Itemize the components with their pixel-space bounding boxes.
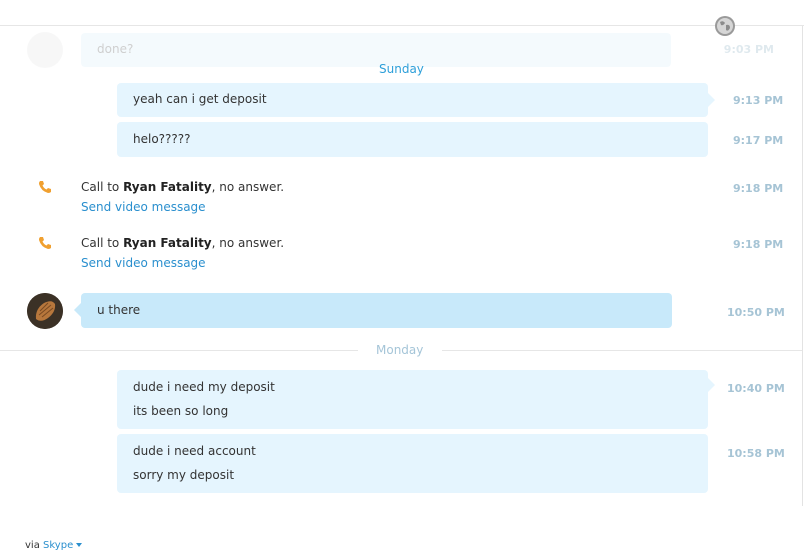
phone-icon: [39, 181, 51, 193]
day-divider: [442, 350, 802, 351]
message-bubble: dude i need my deposit its been so long: [117, 370, 708, 429]
message-text: done?: [97, 42, 134, 56]
message-time: 10:50 PM: [727, 306, 785, 319]
avatar: [27, 32, 63, 68]
message-bubble: u there: [81, 293, 672, 328]
message-text: yeah can i get deposit: [133, 92, 267, 106]
call-status: Call to Ryan Fatality, no answer.: [81, 180, 285, 194]
bubble-tail: [74, 303, 81, 317]
message-bubble: helo?????: [117, 122, 708, 157]
message-text: sorry my deposit: [133, 468, 235, 482]
contact-name: Ryan Fatality: [123, 236, 212, 250]
panel-border: [802, 26, 803, 506]
message-text: dude i need my deposit: [133, 380, 275, 394]
header-divider: [0, 25, 804, 26]
message-time: 10:58 PM: [727, 447, 785, 460]
skype-link[interactable]: Skype: [43, 540, 73, 551]
globe-icon[interactable]: [714, 15, 736, 37]
bubble-tail: [708, 93, 715, 107]
day-label-sunday: Sunday: [379, 62, 424, 76]
day-divider: [0, 350, 358, 351]
footer: via Skype: [25, 540, 83, 551]
message-time: 9:03 PM: [723, 43, 774, 56]
message-bubble: [81, 33, 671, 67]
chevron-down-icon[interactable]: [76, 543, 83, 547]
call-status: Call to Ryan Fatality, no answer.: [81, 236, 285, 250]
bubble-tail: [708, 378, 715, 392]
message-bubble: yeah can i get deposit: [117, 83, 708, 117]
call-time: 9:18 PM: [733, 238, 784, 251]
message-time: 10:40 PM: [727, 382, 785, 395]
contact-name: Ryan Fatality: [123, 180, 212, 194]
contact-avatar[interactable]: [27, 293, 63, 329]
day-label-monday: Monday: [376, 343, 424, 357]
footer-via: via: [25, 540, 44, 551]
message-time: 9:13 PM: [733, 94, 784, 107]
avatar-image: [27, 293, 63, 329]
message-text: dude i need account: [133, 444, 256, 458]
message-time: 9:17 PM: [733, 134, 784, 147]
message-text: u there: [97, 303, 141, 317]
message-text: helo?????: [133, 132, 191, 146]
call-time: 9:18 PM: [733, 182, 784, 195]
message-bubble: dude i need account sorry my deposit: [117, 434, 708, 493]
phone-icon: [39, 237, 51, 249]
message-text: its been so long: [133, 404, 229, 418]
send-video-message-link[interactable]: Send video message: [81, 200, 206, 214]
send-video-message-link[interactable]: Send video message: [81, 256, 206, 270]
